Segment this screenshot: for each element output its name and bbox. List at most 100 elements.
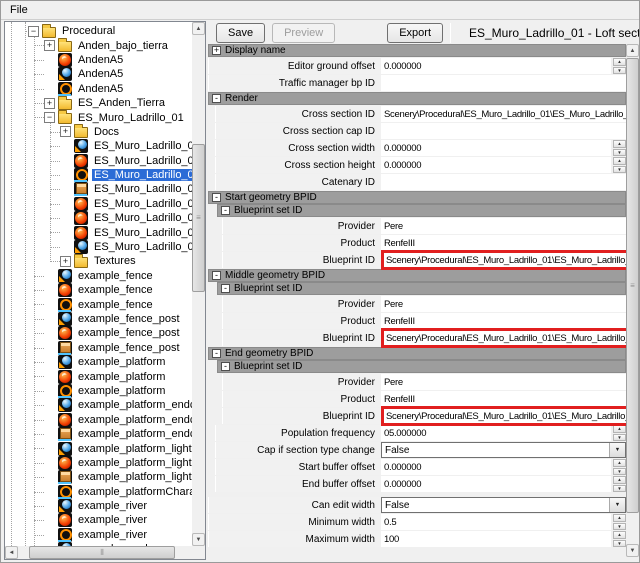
property-value[interactable]: 0.000000 bbox=[381, 476, 611, 492]
scroll-left-button[interactable]: ◄ bbox=[5, 546, 18, 559]
property-value[interactable]: Scenery\Procedural\ES_Muro_Ladrillo_01\E… bbox=[381, 328, 626, 348]
tree-item[interactable]: ES_Muro_Ladrillo_01Col bbox=[5, 240, 192, 254]
property-value[interactable]: 0.5 bbox=[381, 514, 611, 530]
property-value[interactable]: 0.000000 bbox=[381, 140, 611, 156]
scrollbar-thumb[interactable]: ⫴ bbox=[29, 546, 175, 559]
section-toggle[interactable]: - bbox=[212, 193, 221, 202]
properties-vertical-scrollbar[interactable]: ▲ ≡ ▼ bbox=[626, 44, 639, 557]
tree-item[interactable]: example_platform_endcap bbox=[5, 413, 192, 427]
section-toggle[interactable]: - bbox=[221, 284, 230, 293]
tree-item[interactable]: example_river bbox=[5, 528, 192, 542]
spinner-up-button[interactable]: ▲ bbox=[613, 425, 626, 433]
tree-item[interactable]: AndenA5 bbox=[5, 67, 192, 81]
tree-item[interactable]: ES_Muro_Ladrillo_01c bbox=[5, 225, 192, 239]
spinner-down-button[interactable]: ▼ bbox=[613, 67, 626, 75]
spinner-down-button[interactable]: ▼ bbox=[613, 434, 626, 442]
scroll-up-button[interactable]: ▲ bbox=[626, 44, 639, 57]
section-toggle[interactable]: - bbox=[221, 362, 230, 371]
tree-item[interactable]: example_fence_post bbox=[5, 341, 192, 355]
spinner-down-button[interactable]: ▼ bbox=[613, 166, 626, 174]
dropdown[interactable]: False▼ bbox=[381, 497, 626, 513]
tree-expand-toggle[interactable]: − bbox=[44, 112, 55, 123]
tree-item[interactable]: ES_Muro_Ladrillo_01 bbox=[5, 154, 192, 168]
spinner-down-button[interactable]: ▼ bbox=[613, 485, 626, 493]
tree-item[interactable]: example_platform bbox=[5, 369, 192, 383]
tree-item[interactable]: −ES_Muro_Ladrillo_01 bbox=[5, 110, 192, 124]
tree-item[interactable]: example_platform_light bbox=[5, 441, 192, 455]
tree-item[interactable]: +Textures bbox=[5, 254, 192, 268]
property-value[interactable]: RenfeIII bbox=[381, 391, 626, 407]
spinner-up-button[interactable]: ▲ bbox=[613, 514, 626, 522]
property-value[interactable] bbox=[381, 123, 626, 139]
property-value[interactable]: Scenery\Procedural\ES_Muro_Ladrillo_01\E… bbox=[381, 106, 626, 122]
tree-item[interactable]: example_platform_light bbox=[5, 470, 192, 484]
tree-item[interactable]: ES_Muro_Ladrillo_01a bbox=[5, 197, 192, 211]
tree-expand-toggle[interactable]: + bbox=[44, 40, 55, 51]
tree-item[interactable]: example_platform_endcap bbox=[5, 427, 192, 441]
section-toggle[interactable]: - bbox=[212, 349, 221, 358]
tree-item[interactable]: ES_Muro_Ladrillo_01 bbox=[5, 139, 192, 153]
tree-item[interactable]: ES_Muro_Ladrillo_01_Co bbox=[5, 182, 192, 196]
scrollbar-thumb[interactable]: ≡ bbox=[626, 58, 639, 513]
tree-item[interactable]: example_platform_endcap bbox=[5, 398, 192, 412]
spinner-up-button[interactable]: ▲ bbox=[613, 531, 626, 539]
tree-vertical-scrollbar[interactable]: ▲ ≡ ▼ bbox=[192, 22, 205, 546]
property-value[interactable]: 0.000000 bbox=[381, 459, 611, 475]
dropdown-arrow-button[interactable]: ▼ bbox=[609, 498, 625, 512]
tree-item[interactable]: +Anden_bajo_tierra bbox=[5, 38, 192, 52]
property-value[interactable]: Scenery\Procedural\ES_Muro_Ladrillo_01\E… bbox=[381, 406, 626, 426]
tree-item[interactable]: example_platform bbox=[5, 355, 192, 369]
spinner-down-button[interactable]: ▼ bbox=[613, 523, 626, 531]
scroll-down-button[interactable]: ▼ bbox=[192, 533, 205, 546]
tree-item[interactable]: +Docs bbox=[5, 125, 192, 139]
tree-item[interactable]: example_river bbox=[5, 513, 192, 527]
spinner-up-button[interactable]: ▲ bbox=[613, 476, 626, 484]
tree-expand-toggle[interactable]: + bbox=[60, 126, 71, 137]
tree-expand-toggle[interactable]: + bbox=[60, 256, 71, 267]
scrollbar-thumb[interactable]: ≡ bbox=[192, 144, 205, 292]
spinner-down-button[interactable]: ▼ bbox=[613, 149, 626, 157]
tree-item[interactable]: example_platform_light bbox=[5, 456, 192, 470]
tree-item[interactable]: example_fence_post bbox=[5, 312, 192, 326]
property-value[interactable]: Pere bbox=[381, 296, 626, 312]
property-value[interactable] bbox=[381, 75, 626, 91]
property-value[interactable]: 05.000000 bbox=[381, 425, 611, 441]
preview-button[interactable]: Preview bbox=[272, 23, 335, 43]
property-value[interactable]: 0.000000 bbox=[381, 157, 611, 173]
tree-item[interactable]: example_fence bbox=[5, 297, 192, 311]
section-toggle[interactable]: + bbox=[212, 46, 221, 55]
tree-item[interactable]: example_river bbox=[5, 499, 192, 513]
spinner-up-button[interactable]: ▲ bbox=[613, 157, 626, 165]
spinner-up-button[interactable]: ▲ bbox=[613, 140, 626, 148]
scroll-up-button[interactable]: ▲ bbox=[192, 22, 205, 35]
export-button[interactable]: Export bbox=[387, 23, 443, 43]
tree-expand-toggle[interactable]: − bbox=[28, 26, 39, 37]
property-value[interactable]: 100 bbox=[381, 531, 611, 547]
tree-expand-toggle[interactable]: + bbox=[44, 98, 55, 109]
save-button[interactable]: Save bbox=[216, 23, 265, 43]
tree-item[interactable]: example_platform bbox=[5, 384, 192, 398]
property-value[interactable]: 0.000000 bbox=[381, 58, 611, 74]
tree-item[interactable]: AndenA5 bbox=[5, 82, 192, 96]
section-toggle[interactable]: - bbox=[212, 94, 221, 103]
spinner-up-button[interactable]: ▲ bbox=[613, 58, 626, 66]
tree-item[interactable]: AndenA5 bbox=[5, 53, 192, 67]
spinner-down-button[interactable]: ▼ bbox=[613, 540, 626, 548]
menu-item-file[interactable]: File bbox=[3, 2, 35, 18]
tree-item[interactable]: example_fence bbox=[5, 283, 192, 297]
property-value[interactable]: RenfeIII bbox=[381, 313, 626, 329]
dropdown[interactable]: False▼ bbox=[381, 442, 626, 458]
tree-item[interactable]: example_platformCharacter bbox=[5, 485, 192, 499]
property-value[interactable]: RenfeIII bbox=[381, 235, 626, 251]
tree-item[interactable]: example_fence bbox=[5, 269, 192, 283]
tree-horizontal-scrollbar[interactable]: ◄ ⫴ ► bbox=[5, 546, 205, 559]
tree-item[interactable]: example_fence_post bbox=[5, 326, 192, 340]
section-toggle[interactable]: - bbox=[212, 271, 221, 280]
tree-item[interactable]: +ES_Anden_Tierra bbox=[5, 96, 192, 110]
property-value[interactable]: Pere bbox=[381, 374, 626, 390]
tree-item[interactable]: ES_Muro_Ladrillo_01 bbox=[5, 168, 192, 182]
property-value[interactable]: Pere bbox=[381, 218, 626, 234]
scroll-down-button[interactable]: ▼ bbox=[626, 544, 639, 557]
property-value[interactable] bbox=[381, 174, 626, 190]
section-toggle[interactable]: - bbox=[221, 206, 230, 215]
